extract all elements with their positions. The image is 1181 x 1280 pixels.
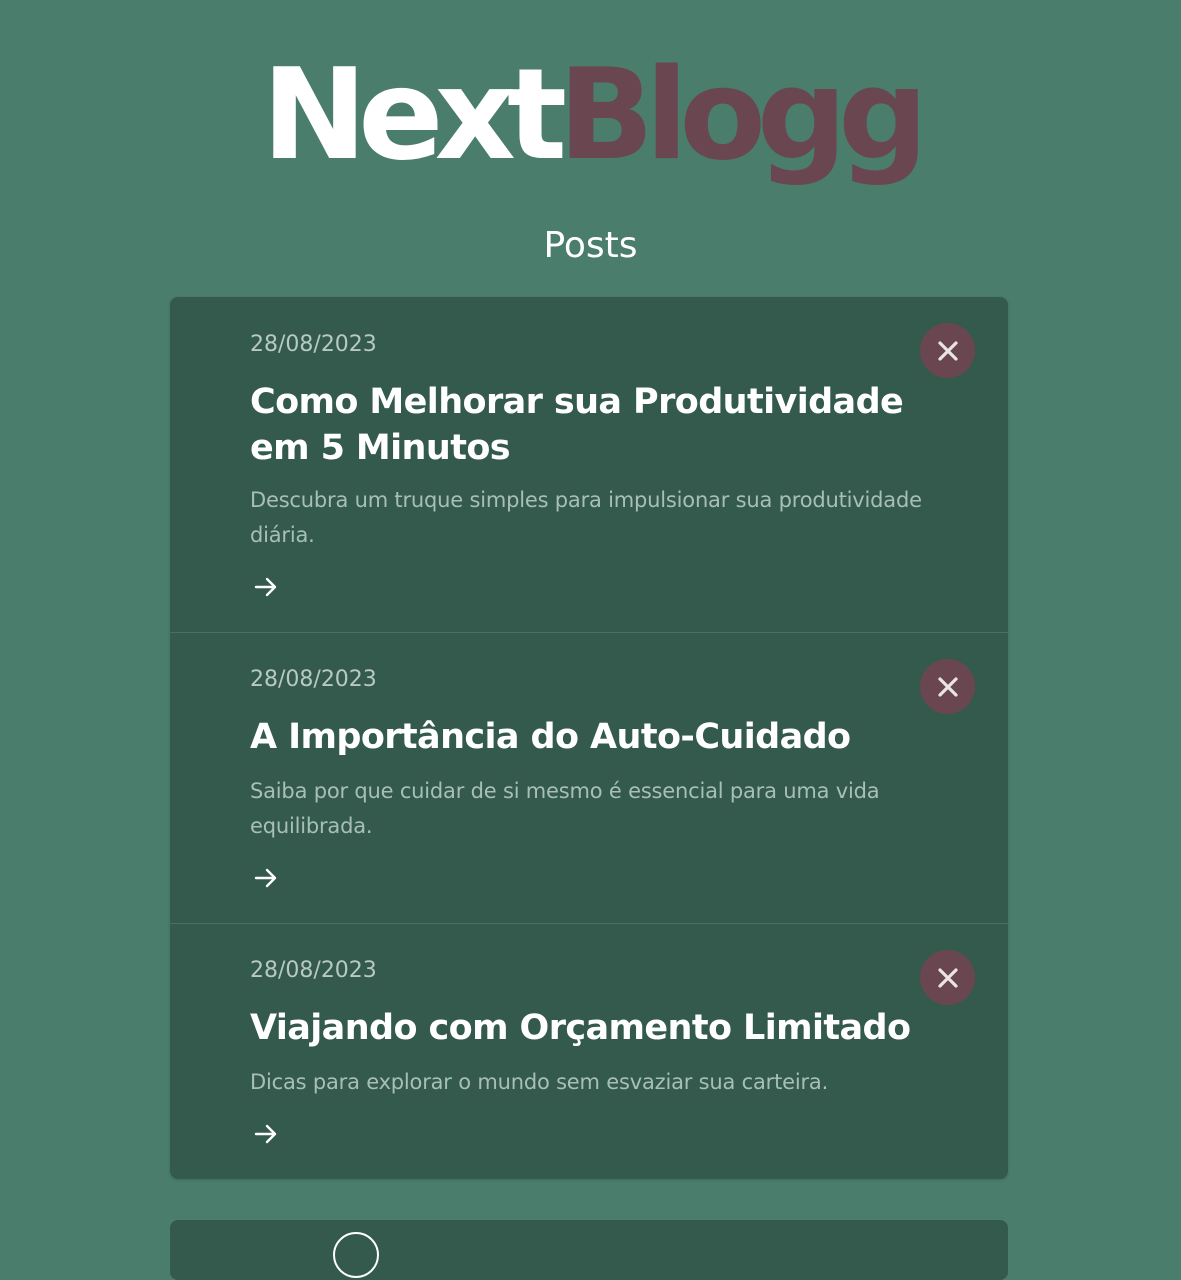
post-description: Dicas para explorar o mundo sem esvaziar… [250,1070,829,1094]
close-icon [937,967,958,988]
close-icon [937,340,958,361]
delete-post-button[interactable] [920,323,975,378]
post-date: 28/08/2023 [250,667,377,692]
logo: NextBlogg [0,40,1181,190]
post-title[interactable]: Viajando com Orçamento Limitado [250,1005,940,1051]
post-date: 28/08/2023 [250,958,377,983]
arrow-right-icon[interactable] [253,574,279,600]
logo-next: Next [261,41,567,188]
delete-post-button[interactable] [920,659,975,714]
posts-list: 28/08/2023 Como Melhorar sua Produtivida… [170,297,1008,1179]
post-item: 28/08/2023 Como Melhorar sua Produtivida… [170,297,1008,632]
post-description: Descubra um truque simples para impulsio… [250,488,922,547]
post-date: 28/08/2023 [250,332,377,357]
arrow-right-icon[interactable] [253,865,279,891]
post-item: 28/08/2023 Viajando com Orçamento Limita… [170,923,1008,1179]
page-title: Posts [543,225,638,266]
new-post-card [170,1220,1008,1280]
arrow-right-icon[interactable] [253,1121,279,1147]
post-title[interactable]: A Importância do Auto-Cuidado [250,714,940,760]
post-item: 28/08/2023 A Importância do Auto-Cuidado… [170,632,1008,924]
logo-blogg: Blogg [558,41,928,188]
post-description: Saiba por que cuidar de si mesmo é essen… [250,779,880,838]
close-icon [937,676,958,697]
circle-icon[interactable] [333,1232,379,1278]
delete-post-button[interactable] [920,950,975,1005]
post-title[interactable]: Como Melhorar sua Produtividade em 5 Min… [250,379,940,471]
